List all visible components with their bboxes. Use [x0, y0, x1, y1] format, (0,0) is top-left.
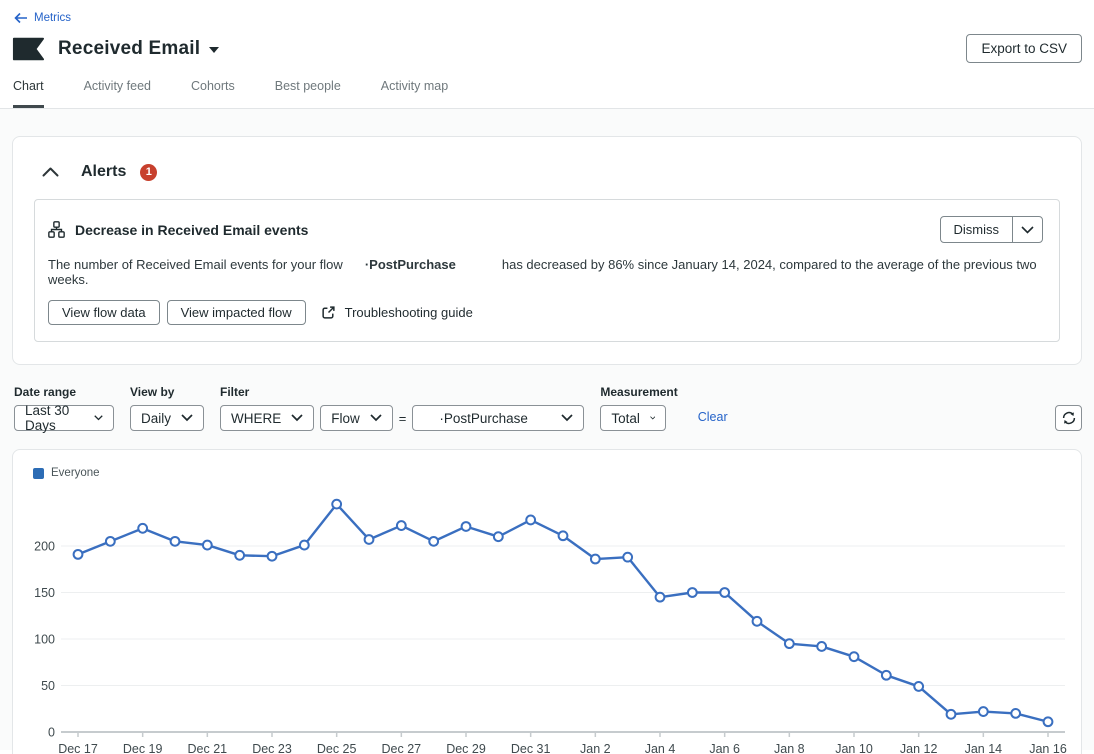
svg-text:200: 200	[34, 540, 55, 554]
refresh-button[interactable]	[1055, 405, 1082, 431]
dismiss-split-button: Dismiss	[940, 216, 1044, 243]
svg-text:Dec 23: Dec 23	[252, 742, 292, 754]
filter-label: Filter	[220, 385, 393, 399]
tab-best-people[interactable]: Best people	[275, 79, 341, 108]
filter-field-select[interactable]: Flow	[320, 405, 393, 431]
chevron-down-icon	[291, 414, 303, 422]
filter-toolbar: Date range Last 30 Days View by Daily Fi…	[12, 365, 1082, 431]
alert-description: The number of Received Email events for …	[48, 257, 1043, 287]
back-to-metrics-link[interactable]: Metrics	[14, 12, 71, 24]
svg-text:Jan 10: Jan 10	[835, 742, 873, 754]
chevron-down-icon	[650, 414, 655, 422]
svg-text:Dec 29: Dec 29	[446, 742, 486, 754]
alert-flow-name: ·PostPurchase	[365, 257, 456, 272]
troubleshooting-guide-link[interactable]: Troubleshooting guide	[321, 305, 473, 320]
chevron-down-icon	[1021, 226, 1034, 234]
measurement-select[interactable]: Total	[600, 405, 666, 431]
legend-label: Everyone	[51, 467, 100, 479]
line-chart[interactable]: 0 50 100 150 200 Dec 17 Dec 19 Dec 21 Dec 23 Dec …	[13, 450, 1081, 754]
export-to-csv-button[interactable]: Export to CSV	[966, 34, 1082, 63]
chevron-down-icon	[561, 414, 573, 422]
back-arrow-icon	[14, 12, 28, 24]
view-by-select[interactable]: Daily	[130, 405, 204, 431]
svg-text:Jan 16: Jan 16	[1029, 742, 1067, 754]
chevron-down-icon	[370, 414, 382, 422]
svg-text:Dec 21: Dec 21	[188, 742, 228, 754]
svg-text:Jan 12: Jan 12	[900, 742, 938, 754]
svg-text:Dec 27: Dec 27	[382, 742, 422, 754]
view-impacted-flow-button[interactable]: View impacted flow	[167, 300, 306, 325]
date-range-label: Date range	[14, 385, 114, 399]
alert-title: Decrease in Received Email events	[75, 222, 308, 238]
tab-cohorts[interactable]: Cohorts	[191, 79, 235, 108]
view-by-label: View by	[130, 385, 204, 399]
dismiss-dropdown-button[interactable]	[1012, 217, 1042, 242]
svg-text:150: 150	[34, 586, 55, 600]
tab-chart[interactable]: Chart	[13, 79, 44, 108]
external-link-icon	[321, 305, 336, 320]
svg-text:Jan 8: Jan 8	[774, 742, 805, 754]
filter-operator: =	[399, 411, 407, 426]
svg-text:0: 0	[48, 726, 55, 740]
svg-text:Jan 14: Jan 14	[965, 742, 1003, 754]
back-link-label: Metrics	[34, 12, 71, 24]
flow-icon	[48, 221, 65, 238]
legend-swatch	[33, 468, 44, 479]
alerts-heading: Alerts	[81, 163, 126, 181]
metric-flag-icon	[12, 37, 44, 61]
filter-where-select[interactable]: WHERE	[220, 405, 314, 431]
svg-text:Dec 31: Dec 31	[511, 742, 551, 754]
title-caret-down-icon[interactable]	[209, 47, 219, 53]
chevron-down-icon	[181, 414, 193, 422]
chart-card: 0 50 100 150 200 Dec 17 Dec 19 Dec 21 Dec 23 Dec …	[12, 449, 1082, 754]
svg-text:Jan 4: Jan 4	[645, 742, 676, 754]
svg-text:Jan 2: Jan 2	[580, 742, 611, 754]
tab-activity-map[interactable]: Activity map	[381, 79, 448, 108]
tab-activity-feed[interactable]: Activity feed	[84, 79, 151, 108]
chevron-down-icon	[94, 414, 103, 422]
refresh-icon	[1061, 410, 1077, 426]
tab-bar: Chart Activity feed Cohorts Best people …	[0, 63, 1094, 109]
clear-filters-link[interactable]: Clear	[698, 410, 728, 424]
alerts-count-badge: 1	[140, 164, 157, 181]
filter-value-select[interactable]: ·PostPurchase	[412, 405, 584, 431]
alert-item: Decrease in Received Email events Dismis…	[34, 199, 1060, 342]
svg-text:Dec 17: Dec 17	[58, 742, 98, 754]
measurement-label: Measurement	[600, 385, 677, 399]
svg-text:Dec 19: Dec 19	[123, 742, 163, 754]
view-flow-data-button[interactable]: View flow data	[48, 300, 160, 325]
svg-text:Jan 6: Jan 6	[709, 742, 740, 754]
date-range-select[interactable]: Last 30 Days	[14, 405, 114, 431]
alerts-card: Alerts 1 Decrease in Received Email even…	[12, 136, 1082, 365]
svg-text:Dec 25: Dec 25	[317, 742, 357, 754]
dismiss-button[interactable]: Dismiss	[941, 217, 1013, 242]
svg-text:50: 50	[41, 679, 55, 693]
page-header: Metrics Received Email Export to CSV Cha…	[0, 0, 1094, 109]
troubleshooting-guide-label: Troubleshooting guide	[345, 305, 473, 320]
collapse-chevron-up-icon[interactable]	[42, 167, 59, 177]
page-body: Alerts 1 Decrease in Received Email even…	[0, 109, 1094, 750]
chart-legend-item[interactable]: Everyone	[33, 467, 100, 479]
page-title[interactable]: Received Email	[58, 38, 200, 60]
svg-text:100: 100	[34, 633, 55, 647]
